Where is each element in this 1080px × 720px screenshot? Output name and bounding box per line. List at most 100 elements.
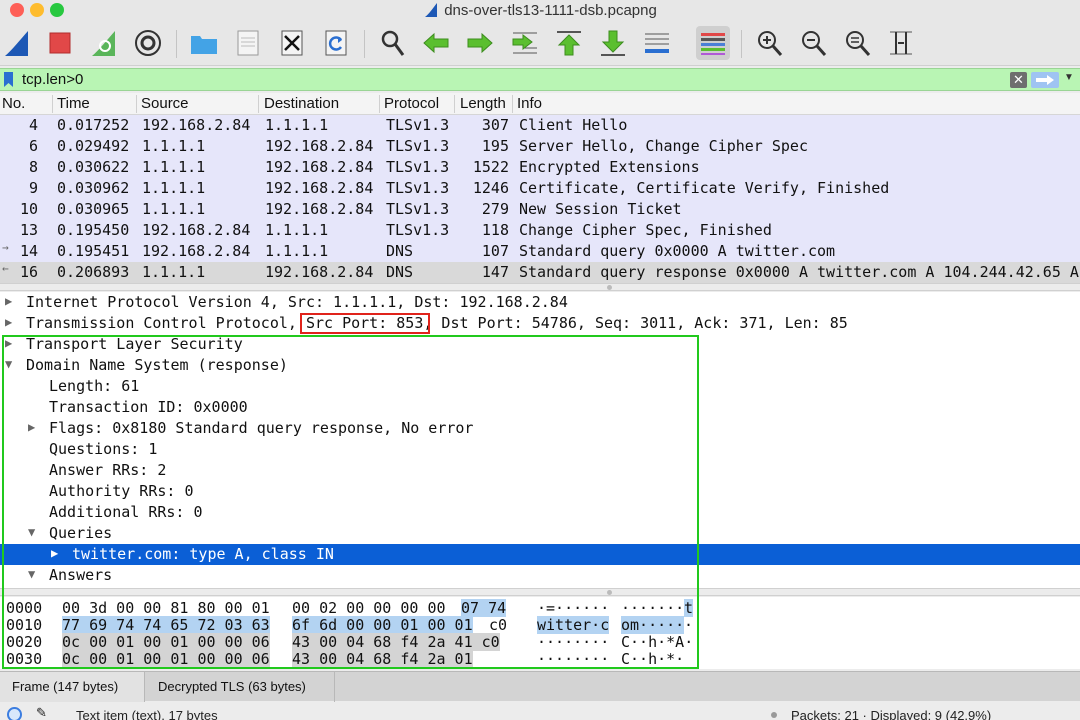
column-header-source[interactable]: Source [139,95,259,113]
packet-protocol: TLSv1.3 [386,221,450,239]
auto-scroll-icon [645,33,669,53]
filter-clear-icon[interactable]: ✕ [1010,72,1027,88]
toolbar-separator [741,30,742,58]
close-file-button[interactable] [275,26,309,60]
column-header-length[interactable]: Length [458,95,513,113]
zoom-out-icon [802,31,827,56]
packet-info: Certificate, Certificate Verify, Finishe… [519,179,890,197]
packet-info: Server Hello, Change Cipher Spec [519,137,808,155]
packet-row[interactable]: 4 0.017252 192.168.2.84 1.1.1.1 TLSv1.3 … [0,115,1080,136]
packet-length: 118 [481,221,509,239]
packet-info: Encrypted Extensions [519,158,700,176]
filter-bookmark-icon[interactable] [3,72,14,87]
packet-length: 107 [481,242,509,260]
packet-time: 0.195450 [57,221,130,239]
reload-file-button[interactable] [319,26,353,60]
packet-source: 1.1.1.1 [142,137,206,155]
packet-protocol: DNS [386,242,414,260]
splitter-handle [607,285,612,290]
display-filter-bar: ✕ ▼ [0,68,1080,91]
restart-capture-button[interactable] [87,26,121,60]
packet-row[interactable]: 10 0.030965 1.1.1.1 192.168.2.84 TLSv1.3… [0,199,1080,220]
save-file-button[interactable] [231,26,265,60]
resize-columns-button[interactable] [884,26,918,60]
packet-time: 0.030622 [57,158,130,176]
packet-destination: 192.168.2.84 [265,158,374,176]
packet-source: 192.168.2.84 [142,242,251,260]
packet-no: 13 [19,221,38,239]
packet-list-header: No. Time Source Destination Protocol Len… [0,93,1080,115]
title-bar: dns-over-tls13-1111-dsb.pcapng [0,0,1080,22]
src-port-highlight-box [300,313,430,334]
save-file-icon [237,30,259,56]
packet-row-selected[interactable]: ← 16 0.206893 1.1.1.1 192.168.2.84 DNS 1… [0,262,1080,283]
go-first-packet-icon [557,31,581,56]
display-filter-input[interactable] [22,70,1002,89]
packet-info: Change Cipher Spec, Finished [519,221,772,239]
packet-destination: 192.168.2.84 [265,263,374,281]
packet-row[interactable]: 13 0.195450 192.168.2.84 1.1.1.1 TLSv1.3… [0,220,1080,241]
packet-list: 4 0.017252 192.168.2.84 1.1.1.1 TLSv1.3 … [0,115,1080,283]
packet-no: 9 [28,179,38,197]
packet-no: 6 [28,137,38,155]
zoom-out-button[interactable] [796,26,830,60]
colorize-button[interactable] [696,26,730,60]
column-header-info[interactable]: Info [515,95,1075,113]
go-back-icon [423,32,449,54]
packet-length: 307 [481,116,509,134]
packet-row[interactable]: 6 0.029492 1.1.1.1 192.168.2.84 TLSv1.3 … [0,136,1080,157]
auto-scroll-button[interactable] [640,26,674,60]
go-to-packet-button[interactable] [508,26,542,60]
stop-capture-icon [49,32,71,54]
packet-row[interactable]: → 14 0.195451 192.168.2.84 1.1.1.1 DNS 1… [0,241,1080,262]
packet-time: 0.030962 [57,179,130,197]
packet-protocol: TLSv1.3 [386,137,450,155]
packet-protocol: TLSv1.3 [386,158,450,176]
tree-item-label: Transmission Control Protocol, Src Port:… [26,314,848,332]
column-header-destination[interactable]: Destination [262,95,380,113]
column-header-protocol[interactable]: Protocol [382,95,455,113]
column-header-time[interactable]: Time [55,95,137,113]
packet-row[interactable]: 9 0.030962 1.1.1.1 192.168.2.84 TLSv1.3 … [0,178,1080,199]
find-packet-button[interactable] [375,26,409,60]
packet-time: 0.206893 [57,263,130,281]
expand-arrow-icon[interactable]: ▶ [5,294,12,308]
packet-time: 0.017252 [57,116,130,134]
packet-length: 147 [481,263,509,281]
go-to-packet-icon [512,32,537,54]
packet-destination: 1.1.1.1 [265,116,329,134]
tree-item-ipv4[interactable]: ▶ Internet Protocol Version 4, Src: 1.1.… [0,292,1080,313]
tree-item-tcp[interactable]: ▶ Transmission Control Protocol, Src Por… [0,313,1080,334]
packet-no: 10 [19,200,38,218]
packet-length: 1522 [472,158,509,176]
pane-splitter[interactable] [0,283,1080,291]
packet-info: Standard query 0x0000 A twitter.com [519,242,836,260]
restart-capture-icon [92,31,115,56]
main-toolbar [0,22,1080,66]
tab-decrypted-tls[interactable]: Decrypted TLS (63 bytes) [145,672,335,702]
column-header-no[interactable]: No. [0,95,53,113]
start-capture-button[interactable] [0,26,34,60]
go-forward-button[interactable] [463,26,497,60]
colorize-icon [701,33,725,55]
edit-comment-icon[interactable]: ✎ [36,705,47,720]
go-back-button[interactable] [419,26,453,60]
zoom-in-button[interactable] [752,26,786,60]
packet-no: 14 [19,242,38,260]
packet-source: 192.168.2.84 [142,116,251,134]
expert-info-icon[interactable] [7,707,22,720]
expand-arrow-icon[interactable]: ▶ [5,315,12,329]
filter-history-chevron-down-icon[interactable]: ▼ [1064,72,1074,83]
packet-info: Client Hello [519,116,628,134]
filter-apply-button[interactable] [1031,72,1059,88]
open-file-button[interactable] [187,26,221,60]
status-bar: ✎ Text item (text), 17 bytes Packets: 21… [0,702,1080,720]
stop-capture-button[interactable] [43,26,77,60]
tab-frame[interactable]: Frame (147 bytes) [0,672,145,702]
go-last-packet-button[interactable] [596,26,630,60]
normal-size-button[interactable] [840,26,874,60]
capture-options-button[interactable] [131,26,165,60]
apply-arrow-icon [1036,75,1054,85]
packet-row[interactable]: 8 0.030622 1.1.1.1 192.168.2.84 TLSv1.3 … [0,157,1080,178]
go-first-packet-button[interactable] [552,26,586,60]
